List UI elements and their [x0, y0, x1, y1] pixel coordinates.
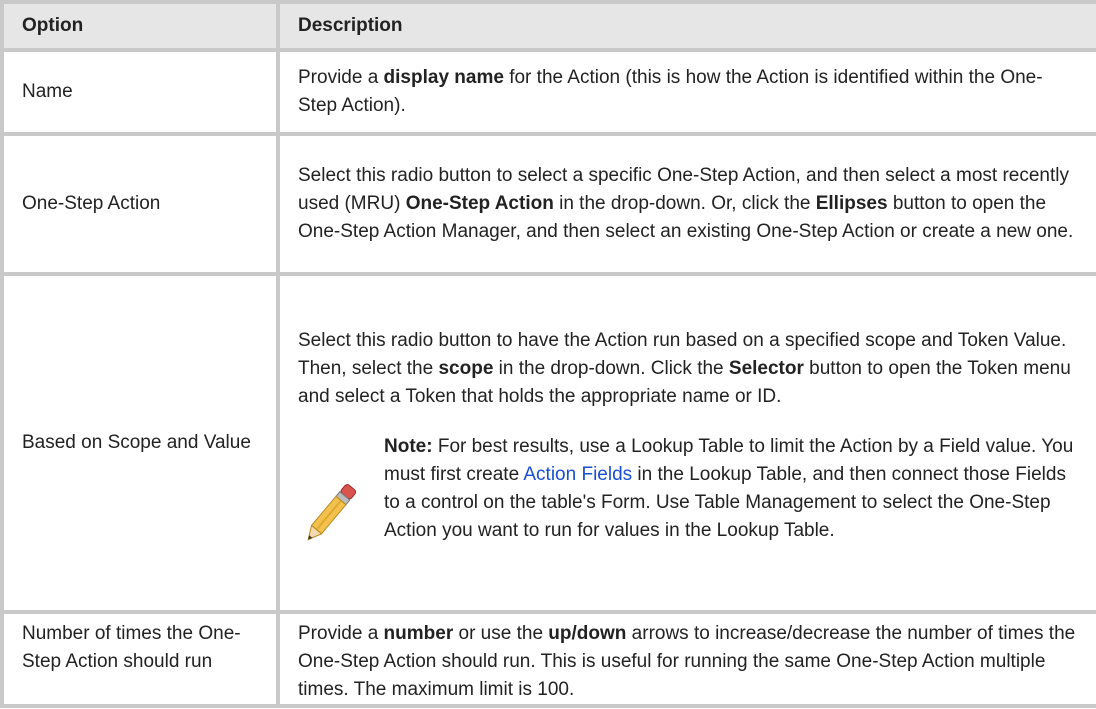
table-header-row: Option Description — [0, 0, 1096, 52]
description-text: in the drop-down. Or, click the — [553, 193, 816, 214]
description-bold: up/down — [548, 623, 627, 644]
option-cell: Number of times the One-Step Action shou… — [0, 610, 280, 708]
description-bold: Ellipses — [815, 193, 888, 214]
table-row: One-Step Action Select this radio button… — [0, 132, 1096, 276]
description-cell: Select this radio button to have the Act… — [276, 272, 1096, 614]
table-row: Name Provide a display name for the Acti… — [0, 48, 1096, 136]
note-block: Note: For best results, use a Lookup Tab… — [298, 433, 1080, 560]
option-cell: One-Step Action — [0, 132, 280, 276]
action-fields-link[interactable]: Action Fields — [523, 464, 632, 485]
description-cell: Provide a display name for the Action (t… — [276, 48, 1096, 136]
header-description: Description — [276, 0, 1096, 52]
pencil-icon — [298, 433, 384, 560]
note-label: Note: — [384, 435, 433, 457]
option-cell: Name — [0, 48, 280, 136]
description-bold: One-Step Action — [405, 193, 554, 214]
description-text: or use the — [453, 623, 549, 644]
description-cell: Select this radio button to select a spe… — [276, 132, 1096, 276]
header-option: Option — [0, 0, 280, 52]
description-text: in the drop-down. Click the — [493, 357, 729, 379]
description-text: Provide a — [298, 623, 384, 644]
description-bold: scope — [438, 357, 494, 379]
description-bold: display name — [383, 67, 504, 88]
note-text: Note: For best results, use a Lookup Tab… — [384, 433, 1080, 545]
table-row: Number of times the One-Step Action shou… — [0, 610, 1096, 708]
description-cell: Provide a number or use the up/down arro… — [276, 610, 1096, 708]
table-row: Based on Scope and Value Select this rad… — [0, 272, 1096, 614]
options-table: Option Description Name Provide a displa… — [0, 0, 1096, 708]
description-bold: Selector — [728, 357, 804, 379]
description-bold: number — [383, 623, 454, 644]
description-text: Provide a — [298, 67, 384, 88]
option-cell: Based on Scope and Value — [0, 272, 280, 614]
